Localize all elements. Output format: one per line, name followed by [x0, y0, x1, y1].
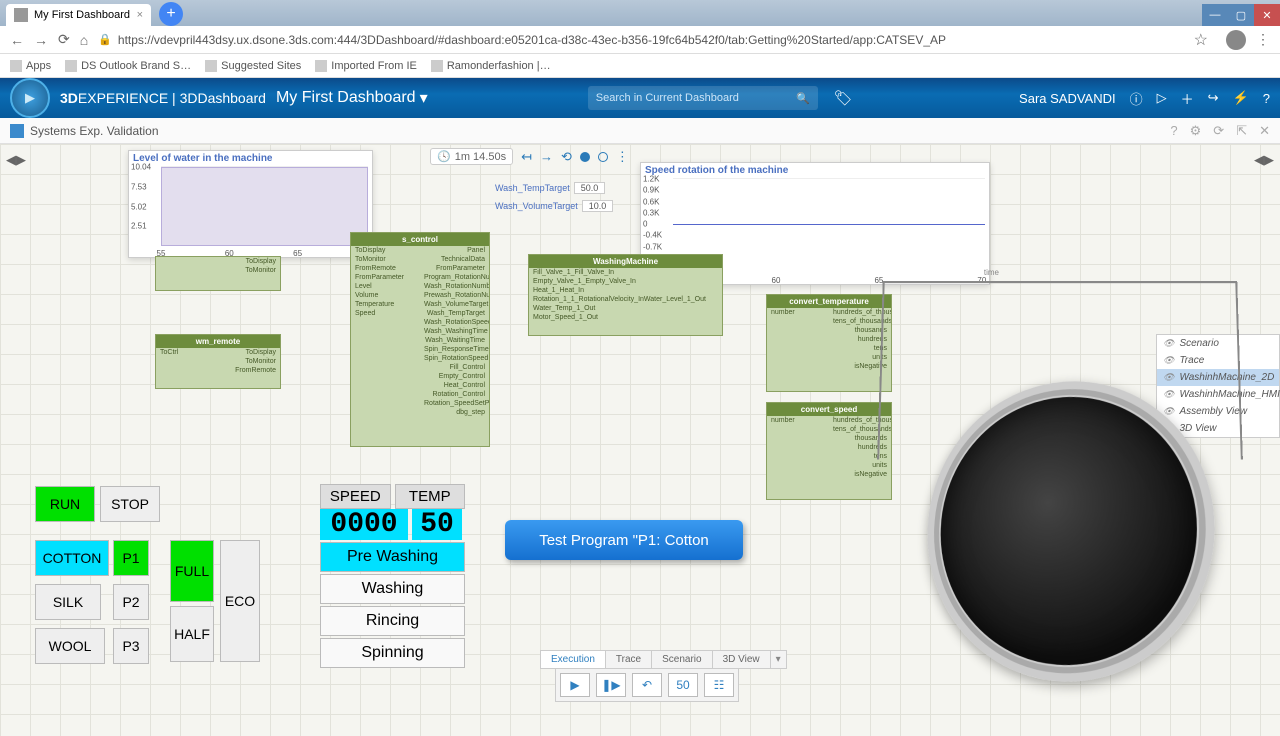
phase-washing: Washing [320, 574, 465, 604]
bookmark-star-icon[interactable]: ☆ [1194, 30, 1208, 50]
phase-rincing: Rincing [320, 606, 465, 636]
washing-machine-3d[interactable] [870, 279, 1270, 699]
load-half-button[interactable]: HALF [170, 606, 214, 662]
url-input[interactable]: 🔒 https://vdevpril443dsy.ux.dsone.3ds.co… [98, 33, 1183, 47]
phase-spinning: Spinning [320, 638, 465, 668]
sync-icon[interactable]: ⟲ [561, 149, 572, 165]
result-tabs: ExecutionTraceScenario3D View▾ [540, 650, 787, 669]
home-icon[interactable]: ⌂ [80, 32, 88, 48]
new-tab-button[interactable]: + [159, 2, 183, 26]
close-tab-icon[interactable]: × [137, 9, 143, 21]
record-dot-icon[interactable] [580, 152, 590, 162]
menu-icon[interactable]: ⋮ [1256, 31, 1270, 48]
close-window-button[interactable]: ✕ [1254, 4, 1280, 26]
dashboard-selector[interactable]: My First Dashboard ▾ [276, 88, 428, 108]
load-full-button[interactable]: FULL [170, 540, 214, 602]
play-button[interactable]: ▶ [560, 673, 590, 697]
step-size-input[interactable]: 50 [668, 673, 698, 697]
test-program-button[interactable]: Test Program "P1: Cotton [505, 520, 743, 560]
speed-label: SPEED [320, 484, 391, 509]
step-back-icon[interactable]: ↤ [521, 149, 532, 165]
result-tab[interactable]: Execution [541, 651, 606, 668]
widget-app-icon [10, 124, 24, 138]
reload-icon[interactable]: ⟳ [58, 31, 70, 48]
result-tab[interactable]: Scenario [652, 651, 712, 668]
speed-value: 0000 [320, 509, 408, 540]
hmi-display: SPEED TEMP 0000 50 Pre Washing Washing R… [320, 484, 465, 668]
bookmark-item[interactable]: Ramonderfashion |… [431, 60, 551, 72]
program-p1-button[interactable]: P1 [113, 540, 149, 576]
stop-button[interactable]: STOP [100, 486, 160, 522]
transport-bar: ▶ ❚▶ ↶ 50 ☷ [555, 668, 739, 702]
profile-avatar[interactable] [1226, 30, 1246, 50]
run-button[interactable]: RUN [35, 486, 95, 522]
block-generic-top[interactable]: ToDisplay ToMonitor [155, 256, 281, 291]
user-name[interactable]: Sara SADVANDI [1019, 91, 1116, 106]
plus-icon[interactable]: ＋ [1181, 89, 1194, 108]
tab-title: My First Dashboard [34, 9, 130, 21]
settings-button[interactable]: ☷ [704, 673, 734, 697]
apps-bookmark[interactable]: Apps [10, 60, 51, 72]
help-icon[interactable]: ? [1263, 91, 1270, 106]
play-icon[interactable]: ▷ [1157, 90, 1167, 106]
simulation-toolbar: 🕓 1m 14.50s ↤ → ⟲ ⋮ [430, 148, 629, 165]
record-dot-empty-icon[interactable] [598, 152, 608, 162]
simulation-canvas[interactable]: ◀▶ ◀▶ Level of water in the machine 10.0… [0, 144, 1280, 736]
fabric-silk-button[interactable]: SILK [35, 584, 101, 620]
step-fwd-icon[interactable]: → [540, 149, 553, 164]
expand-icon[interactable]: ⇱ [1236, 123, 1247, 139]
minimize-button[interactable]: — [1202, 4, 1228, 26]
close-widget-icon[interactable]: ✕ [1259, 123, 1270, 139]
forward-icon[interactable]: → [34, 32, 48, 48]
block-control[interactable]: s_control ToDisplayPanelToMonitorTechnic… [350, 232, 490, 447]
program-p3-button[interactable]: P3 [113, 628, 149, 664]
result-tab[interactable]: Trace [606, 651, 652, 668]
compass-icon[interactable] [10, 78, 50, 118]
eco-button[interactable]: ECO [220, 540, 260, 662]
lock-icon: 🔒 [98, 33, 112, 46]
search-input[interactable]: Search in Current Dashboard 🔍 [588, 86, 818, 110]
tabs-dropdown-icon[interactable]: ▾ [771, 651, 786, 668]
temp-label: TEMP [395, 484, 466, 509]
block-wm-remote[interactable]: wm_remote ToCtrlToDisplay ToMonitor From… [155, 334, 281, 389]
share-icon[interactable]: ↪ [1208, 90, 1219, 106]
back-icon[interactable]: ← [10, 32, 24, 48]
widget-title: Systems Exp. Validation [30, 124, 159, 138]
bookmark-item[interactable]: Suggested Sites [205, 60, 301, 72]
bookmarks-bar: Apps DS Outlook Brand S… Suggested Sites… [0, 54, 1280, 78]
program-p2-button[interactable]: P2 [113, 584, 149, 620]
pause-button[interactable]: ❚▶ [596, 673, 626, 697]
water-level-chart: Level of water in the machine 10.04 7.53… [128, 150, 373, 258]
temp-value: 50 [412, 509, 462, 540]
sim-parameters: Wash_TempTarget50.0 Wash_VolumeTarget10.… [495, 182, 613, 218]
help-icon[interactable]: ? [1170, 123, 1177, 139]
refresh-icon[interactable]: ⟳ [1213, 123, 1224, 139]
nav-left[interactable]: ◀▶ [6, 152, 26, 168]
nav-right[interactable]: ◀▶ [1254, 152, 1274, 168]
elapsed-time: 🕓 1m 14.50s [430, 148, 513, 165]
search-icon: 🔍 [796, 92, 810, 105]
fabric-wool-button[interactable]: WOOL [35, 628, 105, 664]
chart-title: Level of water in the machine [129, 151, 372, 166]
chevron-down-icon: ▾ [420, 88, 428, 108]
browser-tab[interactable]: My First Dashboard × [6, 4, 151, 26]
url-text: https://vdevpril443dsy.ux.dsone.3ds.com:… [118, 33, 946, 47]
fabric-cotton-button[interactable]: COTTON [35, 540, 109, 576]
favicon-icon [14, 8, 28, 22]
more-icon[interactable]: ⋮ [616, 149, 629, 165]
block-washing-machine[interactable]: WashingMachine Fill_Valve_1_Fill_Valve_I… [528, 254, 723, 336]
flash-icon[interactable]: ⚡ [1233, 90, 1249, 106]
maximize-button[interactable]: ▢ [1228, 4, 1254, 26]
bookmark-item[interactable]: DS Outlook Brand S… [65, 60, 191, 72]
result-tab[interactable]: 3D View [713, 651, 771, 668]
app-title: 3DEXPERIENCE | 3DDashboard [60, 90, 266, 106]
bookmark-item[interactable]: Imported From IE [315, 60, 417, 72]
chart-title: Speed rotation of the machine [641, 163, 989, 178]
gear-icon[interactable]: ⚙ [1190, 123, 1202, 139]
tag-icon[interactable]: 🏷 [834, 89, 853, 107]
rewind-button[interactable]: ↶ [632, 673, 662, 697]
user-icon[interactable]: ⓘ [1130, 89, 1143, 108]
phase-prewashing: Pre Washing [320, 542, 465, 572]
